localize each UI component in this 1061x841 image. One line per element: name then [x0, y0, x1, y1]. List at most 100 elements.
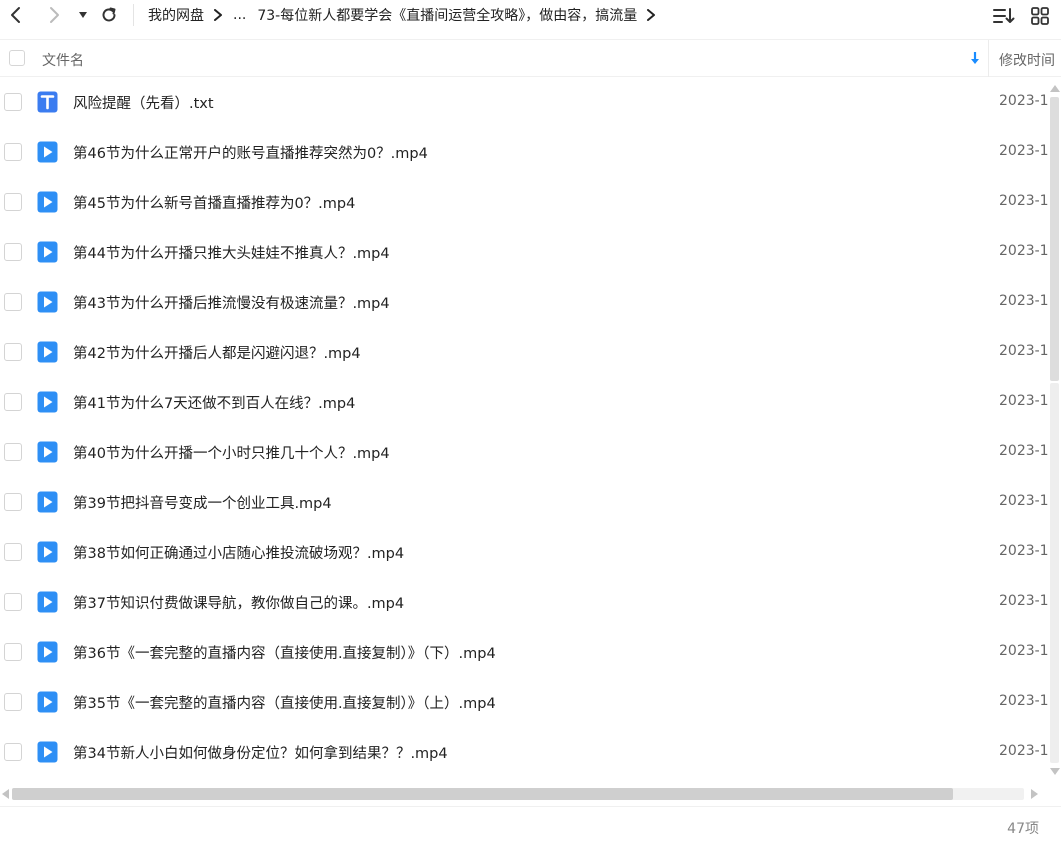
breadcrumb-current[interactable]: 73-每位新人都要学会《直播间运营全攻略》，做由容，搞流量: [257, 5, 637, 25]
row-checkbox[interactable]: [4, 93, 22, 111]
row-checkbox[interactable]: [4, 343, 22, 361]
file-name[interactable]: 第36节《一套完整的直播内容（直接使用.直接复制）》（下）.mp4: [73, 642, 496, 663]
footer-divider: [0, 806, 1061, 807]
file-modified-time: 2023-1: [999, 143, 1048, 159]
video-file-icon: [37, 341, 58, 363]
video-file-icon: [37, 541, 58, 563]
file-modified-time: 2023-1: [999, 293, 1048, 309]
vertical-scroll-thumb[interactable]: [1050, 97, 1059, 381]
row-checkbox[interactable]: [4, 693, 22, 711]
column-divider[interactable]: [988, 40, 989, 77]
video-file-icon: [37, 691, 58, 713]
file-name[interactable]: 风险提醒（先看）.txt: [73, 92, 214, 113]
file-row[interactable]: 第36节《一套完整的直播内容（直接使用.直接复制）》（下）.mp4 2023-1: [0, 627, 1048, 677]
scroll-up-arrow-icon[interactable]: [1050, 85, 1060, 92]
file-name[interactable]: 第34节新人小白如何做身份定位？如何拿到结果？？.mp4: [73, 742, 448, 763]
horizontal-scroll-thumb[interactable]: [12, 788, 953, 800]
file-name[interactable]: 第41节为什么7天还做不到百人在线？.mp4: [73, 392, 355, 413]
grid-view-icon[interactable]: [1029, 5, 1051, 27]
top-toolbar: 我的网盘 ... 73-每位新人都要学会《直播间运营全攻略》，做由容，搞流量: [0, 0, 1061, 30]
sort-list-icon[interactable]: [993, 5, 1015, 27]
file-name[interactable]: 第38节如何正确通过小店随心推投流破场观？.mp4: [73, 542, 404, 563]
file-row[interactable]: 第37节知识付费做课导航，教你做自己的课。.mp4 2023-1: [0, 577, 1048, 627]
file-name[interactable]: 第46节为什么正常开户的账号直播推荐突然为0？.mp4: [73, 142, 428, 163]
file-modified-time: 2023-1: [999, 243, 1048, 259]
file-modified-time: 2023-1: [999, 743, 1048, 759]
video-file-icon: [37, 141, 58, 163]
scroll-right-arrow-icon[interactable]: [1031, 789, 1038, 799]
list-header: 文件名 修改时间: [0, 39, 1061, 77]
video-file-icon: [37, 391, 58, 413]
chevron-right-icon[interactable]: [646, 9, 656, 21]
row-checkbox[interactable]: [4, 493, 22, 511]
file-modified-time: 2023-1: [999, 193, 1048, 209]
caret-down-icon[interactable]: [71, 3, 95, 27]
row-checkbox[interactable]: [4, 593, 22, 611]
video-file-icon: [37, 591, 58, 613]
scroll-left-arrow-icon[interactable]: [2, 789, 9, 799]
row-checkbox[interactable]: [4, 393, 22, 411]
file-modified-time: 2023-1: [999, 443, 1048, 459]
file-name[interactable]: 第42节为什么开播后人都是闪避闪退？.mp4: [73, 342, 361, 363]
file-row[interactable]: 第42节为什么开播后人都是闪避闪退？.mp4 2023-1: [0, 327, 1048, 377]
file-row[interactable]: 第46节为什么正常开户的账号直播推荐突然为0？.mp4 2023-1: [0, 127, 1048, 177]
video-file-icon: [37, 241, 58, 263]
file-modified-time: 2023-1: [999, 593, 1048, 609]
file-modified-time: 2023-1: [999, 393, 1048, 409]
file-row[interactable]: 第43节为什么开播后推流慢没有极速流量？.mp4 2023-1: [0, 277, 1048, 327]
video-file-icon: [37, 491, 58, 513]
row-checkbox[interactable]: [4, 193, 22, 211]
sort-down-arrow-icon[interactable]: [969, 50, 981, 66]
file-modified-time: 2023-1: [999, 93, 1048, 109]
item-count: 47项: [1007, 821, 1039, 837]
breadcrumb-ellipsis[interactable]: ...: [233, 7, 246, 23]
video-file-icon: [37, 741, 58, 763]
file-row[interactable]: 第45节为什么新号首播直播推荐为0？.mp4 2023-1: [0, 177, 1048, 227]
column-header-name[interactable]: 文件名: [42, 50, 84, 70]
chevron-left-icon[interactable]: [4, 3, 28, 27]
breadcrumb: 我的网盘 ... 73-每位新人都要学会《直播间运营全攻略》，做由容，搞流量: [148, 4, 666, 26]
file-modified-time: 2023-1: [999, 693, 1048, 709]
file-modified-time: 2023-1: [999, 493, 1048, 509]
file-name[interactable]: 第35节《一套完整的直播内容（直接使用.直接复制）》（上）.mp4: [73, 692, 496, 713]
select-all-checkbox[interactable]: [9, 50, 25, 66]
file-name[interactable]: 第40节为什么开播一个小时只推几十个人？.mp4: [73, 442, 390, 463]
text-file-icon: [37, 91, 58, 113]
file-row[interactable]: 第35节《一套完整的直播内容（直接使用.直接复制）》（上）.mp4 2023-1: [0, 677, 1048, 727]
file-row[interactable]: 第40节为什么开播一个小时只推几十个人？.mp4 2023-1: [0, 427, 1048, 477]
column-header-modified-time[interactable]: 修改时间: [999, 50, 1055, 70]
vertical-scroll-track[interactable]: [1050, 383, 1059, 763]
file-name[interactable]: 第43节为什么开播后推流慢没有极速流量？.mp4: [73, 292, 390, 313]
row-checkbox[interactable]: [4, 743, 22, 761]
chevron-right-icon[interactable]: [42, 3, 66, 27]
file-modified-time: 2023-1: [999, 543, 1048, 559]
file-name[interactable]: 第45节为什么新号首播直播推荐为0？.mp4: [73, 192, 355, 213]
file-row[interactable]: 第39节把抖音号变成一个创业工具.mp4 2023-1: [0, 477, 1048, 527]
video-file-icon: [37, 291, 58, 313]
file-name[interactable]: 第37节知识付费做课导航，教你做自己的课。.mp4: [73, 592, 404, 613]
row-checkbox[interactable]: [4, 143, 22, 161]
file-row[interactable]: 第41节为什么7天还做不到百人在线？.mp4 2023-1: [0, 377, 1048, 427]
file-row[interactable]: 第38节如何正确通过小店随心推投流破场观？.mp4 2023-1: [0, 527, 1048, 577]
view-tools: [993, 5, 1051, 27]
breadcrumb-root[interactable]: 我的网盘: [148, 5, 204, 25]
row-checkbox[interactable]: [4, 243, 22, 261]
file-row[interactable]: 第44节为什么开播只推大头娃娃不推真人？.mp4 2023-1: [0, 227, 1048, 277]
row-checkbox[interactable]: [4, 643, 22, 661]
file-name[interactable]: 第39节把抖音号变成一个创业工具.mp4: [73, 492, 332, 513]
file-name[interactable]: 第44节为什么开播只推大头娃娃不推真人？.mp4: [73, 242, 390, 263]
row-checkbox[interactable]: [4, 293, 22, 311]
file-list: 风险提醒（先看）.txt 2023-1 第46节为什么正常开户的账号直播推荐突然为0…: [0, 77, 1048, 785]
refresh-icon[interactable]: [97, 3, 121, 27]
vertical-scrollbar[interactable]: [1048, 83, 1061, 777]
chevron-right-icon: [213, 9, 223, 21]
scroll-down-arrow-icon[interactable]: [1050, 768, 1060, 775]
toolbar-divider: [133, 4, 134, 26]
file-modified-time: 2023-1: [999, 643, 1048, 659]
row-checkbox[interactable]: [4, 543, 22, 561]
row-checkbox[interactable]: [4, 443, 22, 461]
video-file-icon: [37, 641, 58, 663]
file-row[interactable]: 第34节新人小白如何做身份定位？如何拿到结果？？.mp4 2023-1: [0, 727, 1048, 777]
horizontal-scrollbar[interactable]: [0, 785, 1048, 803]
file-row[interactable]: 风险提醒（先看）.txt 2023-1: [0, 77, 1048, 127]
